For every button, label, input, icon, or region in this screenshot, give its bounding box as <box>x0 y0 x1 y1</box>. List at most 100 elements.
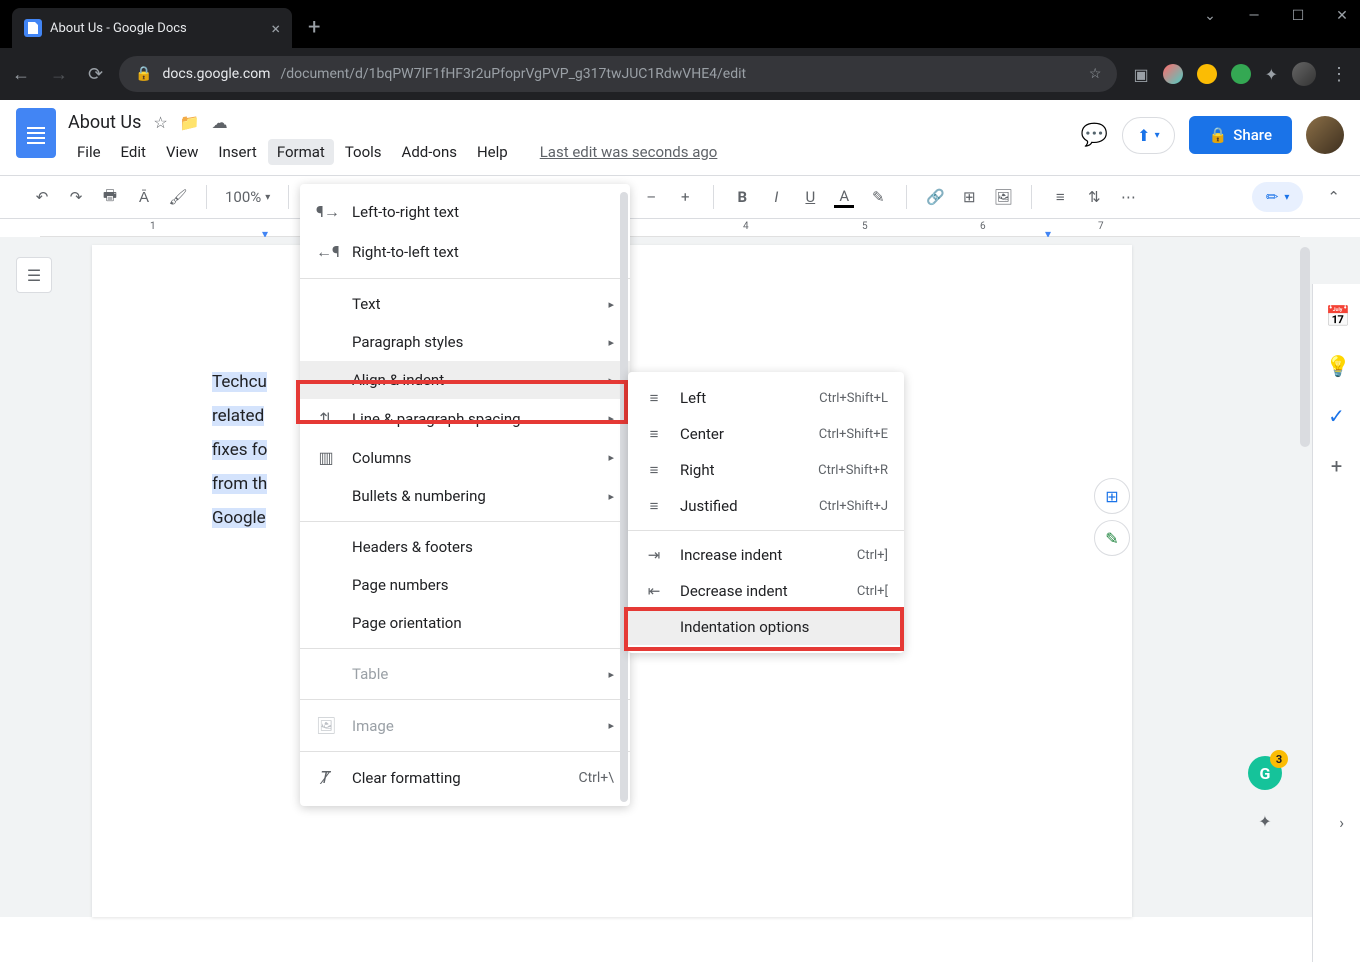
bookmark-star-icon[interactable]: ☆ <box>1089 66 1102 82</box>
menu-bullets-numbering[interactable]: Bullets & numbering ▸ <box>300 477 630 515</box>
last-edit-link[interactable]: Last edit was seconds ago <box>531 139 727 165</box>
paint-format-icon[interactable]: 🖌 <box>168 188 188 206</box>
zoom-select[interactable]: 100% ▾ <box>225 188 270 206</box>
share-button[interactable]: 🔒 Share <box>1189 116 1292 154</box>
insert-comment-icon[interactable]: ⊞ <box>959 188 979 206</box>
menu-ltr[interactable]: ¶→ Left-to-right text <box>300 192 630 232</box>
print-icon[interactable]: 🖶 <box>100 185 120 210</box>
window-dropdown-icon[interactable]: ⌄ <box>1200 8 1220 24</box>
horizontal-ruler[interactable]: 1 ▾ 3 4 5 6 ▾ 7 <box>40 219 1300 237</box>
menu-scrollbar[interactable] <box>620 192 628 802</box>
menu-columns[interactable]: ▥ Columns ▸ <box>300 438 630 477</box>
collapse-toolbar-icon[interactable]: ⌃ <box>1327 188 1340 206</box>
submenu-arrow-icon: ▸ <box>608 490 614 503</box>
highlight-icon[interactable]: ✎ <box>868 188 888 206</box>
tasks-icon[interactable]: ✓ <box>1326 404 1348 426</box>
pencil-icon: ✏ <box>1266 188 1279 206</box>
ext-reader-icon[interactable]: ▣ <box>1133 65 1148 84</box>
menu-addons[interactable]: Add-ons <box>393 139 466 165</box>
align-icon[interactable]: ≡ <box>1050 188 1070 206</box>
bold-icon[interactable]: B <box>732 188 752 206</box>
submenu-decrease-indent[interactable]: ⇤ Decrease indent Ctrl+[ <box>628 573 904 609</box>
menu-file[interactable]: File <box>68 139 110 165</box>
outline-toggle-button[interactable]: ☰ <box>16 257 52 293</box>
move-folder-icon[interactable]: 📁 <box>180 113 200 132</box>
side-panel: 📅 💡 ✓ + <box>1312 284 1360 962</box>
menu-help[interactable]: Help <box>468 139 517 165</box>
window-maximize-icon[interactable]: ☐ <box>1288 8 1308 24</box>
url-host: docs.google.com <box>163 66 271 82</box>
comment-history-icon[interactable]: 💬 <box>1081 123 1108 148</box>
grammarly-button[interactable]: G 3 <box>1248 756 1282 790</box>
vertical-scrollbar[interactable] <box>1300 247 1310 447</box>
text-color-icon[interactable]: A <box>834 187 854 208</box>
suggest-edit-button[interactable]: ✎ <box>1094 520 1130 556</box>
undo-icon[interactable]: ↶ <box>32 188 52 206</box>
lock-icon: 🔒 <box>135 66 152 82</box>
star-icon[interactable]: ☆ <box>153 113 167 132</box>
menu-tools[interactable]: Tools <box>336 139 391 165</box>
insert-link-icon[interactable]: 🔗 <box>925 188 945 206</box>
menu-edit[interactable]: Edit <box>112 139 155 165</box>
submenu-increase-indent[interactable]: ⇥ Increase indent Ctrl+] <box>628 537 904 573</box>
font-size-increase[interactable]: + <box>675 188 695 206</box>
new-tab-button[interactable]: + <box>292 7 336 48</box>
menu-rtl[interactable]: ←¶ Right-to-left text <box>300 232 630 272</box>
submenu-right[interactable]: ≡ Right Ctrl+Shift+R <box>628 452 904 488</box>
line-spacing-icon[interactable]: ⇅ <box>1084 188 1104 206</box>
add-addon-icon[interactable]: + <box>1326 454 1348 476</box>
account-avatar[interactable] <box>1306 116 1344 154</box>
ext-icon-1[interactable] <box>1163 64 1183 84</box>
url-input[interactable]: 🔒 docs.google.com/document/d/1bqPW7lF1fH… <box>119 56 1117 92</box>
italic-icon[interactable]: I <box>766 188 786 206</box>
menu-page-numbers[interactable]: Page numbers <box>300 566 630 604</box>
explore-button[interactable]: ✦ <box>1248 804 1282 838</box>
ext-icon-3[interactable] <box>1231 64 1251 84</box>
calendar-icon[interactable]: 📅 <box>1326 304 1348 326</box>
browser-menu-icon[interactable]: ⋮ <box>1330 64 1348 85</box>
redo-icon[interactable]: ↷ <box>66 188 86 206</box>
nav-reload-icon[interactable]: ⟳ <box>88 64 103 85</box>
nav-back-icon[interactable]: ← <box>12 64 30 85</box>
rtl-icon: ←¶ <box>316 242 336 262</box>
window-close-icon[interactable]: ✕ <box>1332 8 1352 24</box>
explore-icon: ✦ <box>1258 812 1271 831</box>
submenu-left[interactable]: ≡ Left Ctrl+Shift+L <box>628 380 904 416</box>
insert-image-icon[interactable]: 🖼 <box>993 188 1013 206</box>
align-indent-submenu: ≡ Left Ctrl+Shift+L ≡ Center Ctrl+Shift+… <box>628 372 904 653</box>
ext-icon-2[interactable] <box>1197 64 1217 84</box>
menu-line-spacing[interactable]: ⇅ Line & paragraph spacing ▸ <box>300 399 630 438</box>
browser-tab[interactable]: About Us - Google Docs × <box>12 8 292 48</box>
menu-format[interactable]: Format <box>268 139 334 165</box>
menu-headers-footers[interactable]: Headers & footers <box>300 528 630 566</box>
menu-view[interactable]: View <box>157 139 207 165</box>
tab-title: About Us - Google Docs <box>50 21 187 36</box>
menu-clear-formatting[interactable]: 𝑇̸ Clear formatting Ctrl+\ <box>300 758 630 798</box>
docs-home-icon[interactable] <box>16 108 56 158</box>
ext-puzzle-icon[interactable]: ✦ <box>1265 65 1278 84</box>
submenu-justified[interactable]: ≡ Justified Ctrl+Shift+J <box>628 488 904 524</box>
comment-plus-icon: ⊞ <box>1105 487 1118 506</box>
keep-icon[interactable]: 💡 <box>1326 354 1348 376</box>
add-comment-button[interactable]: ⊞ <box>1094 478 1130 514</box>
document-title[interactable]: About Us <box>68 112 141 133</box>
present-button[interactable]: ⬆▾ <box>1122 117 1174 154</box>
menu-align-indent[interactable]: Align & indent ▸ <box>300 361 630 399</box>
browser-profile-avatar[interactable] <box>1292 62 1316 86</box>
menu-page-orientation[interactable]: Page orientation <box>300 604 630 642</box>
expand-side-panel-icon[interactable]: › <box>1339 813 1344 832</box>
grammarly-icon: G <box>1260 764 1271 783</box>
menu-insert[interactable]: Insert <box>209 139 265 165</box>
menu-text[interactable]: Text ▸ <box>300 285 630 323</box>
more-icon[interactable]: ⋯ <box>1118 188 1138 206</box>
spellcheck-icon[interactable]: Ᾱ <box>134 188 154 206</box>
menu-paragraph-styles[interactable]: Paragraph styles ▸ <box>300 323 630 361</box>
font-size-decrease[interactable]: – <box>641 188 661 206</box>
tab-close-icon[interactable]: × <box>271 19 280 38</box>
submenu-center[interactable]: ≡ Center Ctrl+Shift+E <box>628 416 904 452</box>
submenu-indentation-options[interactable]: Indentation options <box>628 609 904 645</box>
underline-icon[interactable]: U <box>800 188 820 206</box>
editing-mode-button[interactable]: ✏▾ <box>1252 182 1304 212</box>
submenu-arrow-icon: ▸ <box>608 374 614 387</box>
window-minimize-icon[interactable]: — <box>1244 8 1264 24</box>
